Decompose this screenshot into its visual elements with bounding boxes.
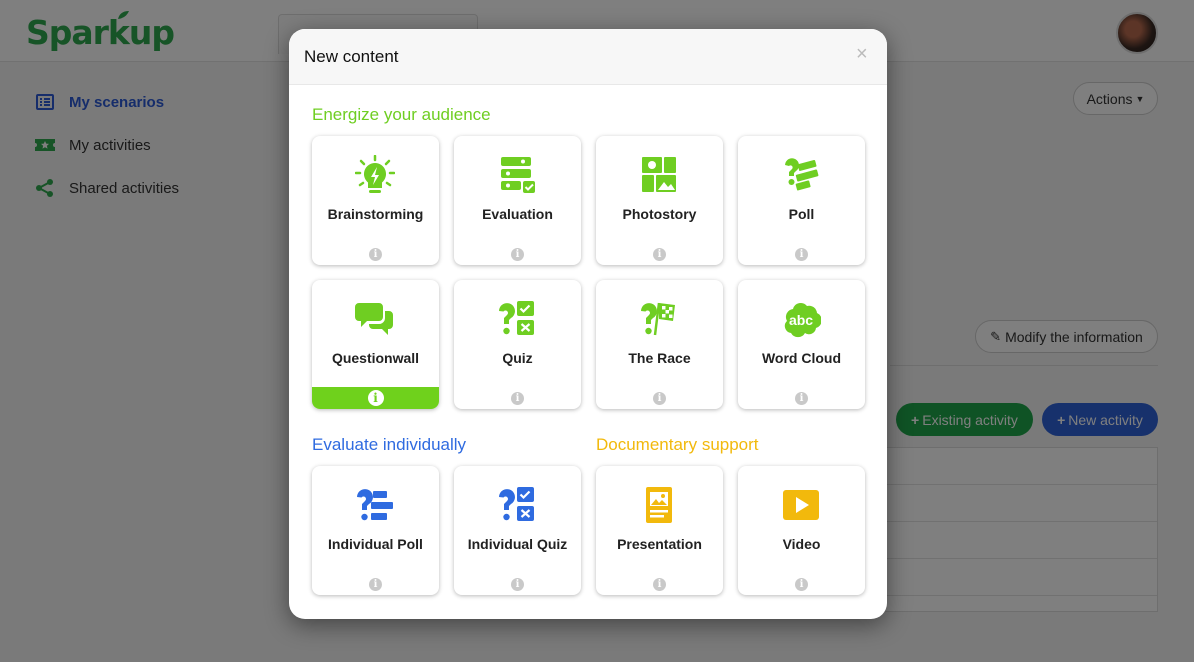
card-label: Presentation <box>617 536 702 552</box>
info-icon: i <box>369 577 382 591</box>
modal-title: New content <box>304 47 399 66</box>
card-label: Individual Quiz <box>467 536 568 552</box>
card-photostory[interactable]: Photostory i <box>596 136 723 265</box>
card-label: Individual Poll <box>328 536 423 552</box>
info-button[interactable]: i <box>312 387 439 409</box>
card-label: Brainstorming <box>327 206 424 222</box>
info-icon: i <box>369 247 382 261</box>
quiz-icon <box>499 301 534 335</box>
info-button[interactable]: i <box>738 243 865 265</box>
video-play-icon <box>783 490 819 520</box>
section-title-documentary-support: Documentary support <box>596 435 759 454</box>
word-cloud-icon-text: abc <box>789 312 813 328</box>
card-video[interactable]: Video i <box>738 466 865 595</box>
info-button[interactable]: i <box>596 387 723 409</box>
card-label: Word Cloud <box>761 350 842 366</box>
info-icon: i <box>795 391 808 405</box>
card-label: Evaluation <box>482 206 553 222</box>
individual-quiz-icon <box>499 487 534 521</box>
card-questionwall[interactable]: Questionwall i <box>312 280 439 409</box>
info-icon: i <box>795 577 808 591</box>
info-button[interactable]: i <box>312 573 439 595</box>
card-presentation[interactable]: Presentation i <box>596 466 723 595</box>
card-individual-quiz[interactable]: Individual Quiz i <box>454 466 581 595</box>
info-icon: i <box>511 247 524 261</box>
photostory-icon <box>642 157 676 192</box>
card-evaluation[interactable]: Evaluation i <box>454 136 581 265</box>
section-title-energize: Energize your audience <box>312 105 491 124</box>
modal-header: New content × <box>289 29 887 85</box>
card-the-race[interactable]: The Race i <box>596 280 723 409</box>
info-button[interactable]: i <box>454 243 581 265</box>
info-button[interactable]: i <box>312 243 439 265</box>
info-icon: i <box>653 247 666 261</box>
info-icon: i <box>795 247 808 261</box>
card-label: Poll <box>788 206 815 222</box>
poll-icon <box>785 158 819 191</box>
lightbulb-icon <box>355 155 395 193</box>
info-button[interactable]: i <box>596 573 723 595</box>
card-brainstorming[interactable]: Brainstorming i <box>312 136 439 265</box>
individual-poll-icon <box>357 489 393 521</box>
info-icon: i <box>511 577 524 591</box>
info-button[interactable]: i <box>596 243 723 265</box>
info-icon: i <box>367 390 384 406</box>
card-label: Video <box>782 536 821 552</box>
evaluation-icon <box>501 157 535 193</box>
card-word-cloud[interactable]: abc Word Cloud i <box>738 280 865 409</box>
info-button[interactable]: i <box>738 573 865 595</box>
card-label: Quiz <box>502 350 533 366</box>
race-flag-icon <box>641 302 675 336</box>
info-button[interactable]: i <box>454 387 581 409</box>
section-title-evaluate-individually: Evaluate individually <box>312 435 467 454</box>
close-icon[interactable]: × <box>856 43 868 66</box>
card-label: The Race <box>628 350 691 366</box>
info-button[interactable]: i <box>454 573 581 595</box>
card-individual-poll[interactable]: Individual Poll i <box>312 466 439 595</box>
info-button[interactable]: i <box>738 387 865 409</box>
info-icon: i <box>511 391 524 405</box>
card-poll[interactable]: Poll i <box>738 136 865 265</box>
card-quiz[interactable]: Quiz i <box>454 280 581 409</box>
info-icon: i <box>653 391 666 405</box>
info-icon: i <box>653 577 666 591</box>
new-content-modal: New content × Energize your audience Bra… <box>289 29 887 619</box>
word-cloud-icon: abc <box>784 303 821 338</box>
presentation-icon <box>646 487 672 523</box>
card-label: Photostory <box>622 206 697 222</box>
card-label: Questionwall <box>331 350 420 366</box>
speech-bubbles-icon <box>355 303 393 335</box>
